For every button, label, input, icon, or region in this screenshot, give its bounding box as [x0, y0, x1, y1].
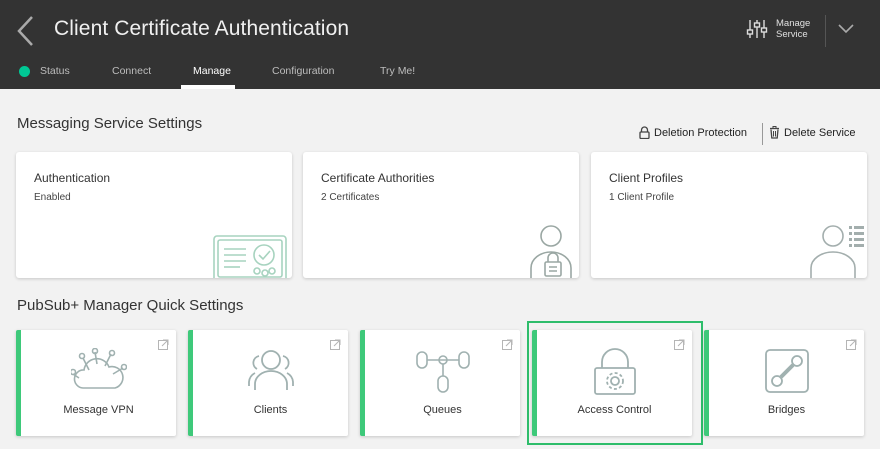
quick-card-label: Queues	[423, 404, 462, 416]
quick-card-label: Bridges	[767, 404, 806, 416]
tab-connect[interactable]: Connect	[112, 65, 151, 77]
tab-bar: Status Connect Manage Configuration Try …	[0, 58, 880, 89]
quick-card-clients[interactable]: Clients	[188, 330, 348, 436]
card-subtitle: 1 Client Profile	[609, 192, 675, 203]
card-title: Client Profiles	[609, 171, 684, 185]
client-profiles-card[interactable]: Client Profiles 1 Client Profile	[591, 152, 867, 278]
trash-icon	[770, 126, 779, 139]
delete-service-button[interactable]: Delete Service	[769, 126, 856, 139]
quick-card-message-vpn[interactable]: Message VPN	[16, 330, 176, 436]
users-icon	[247, 350, 294, 390]
page-title: Client Certificate Authentication	[54, 17, 350, 40]
quick-card-access-control[interactable]: Access Control	[532, 330, 692, 436]
deletion-protection-button[interactable]: Deletion Protection	[639, 126, 747, 139]
external-link-icon[interactable]	[502, 339, 513, 350]
queues-icon	[415, 351, 470, 393]
external-link-icon[interactable]	[158, 339, 169, 350]
tab-status[interactable]: Status	[40, 65, 70, 77]
app-header: Client Certificate Authentication Manage…	[0, 0, 880, 89]
cloud-network-icon	[70, 348, 127, 389]
card-subtitle: 2 Certificates	[321, 192, 380, 203]
active-tab-indicator	[181, 85, 235, 89]
bridge-icon	[764, 349, 809, 393]
tab-configuration[interactable]: Configuration	[272, 65, 334, 77]
manage-service-label-2: Service	[776, 29, 808, 40]
certificate-authorities-card[interactable]: Certificate Authorities 2 Certificates	[303, 152, 579, 278]
quick-card-queues[interactable]: Queues	[360, 330, 520, 436]
back-icon[interactable]	[14, 14, 40, 48]
quick-card-label: Clients	[253, 404, 288, 416]
manage-service-label-1: Manage	[776, 18, 811, 29]
external-link-icon[interactable]	[846, 339, 857, 350]
header-divider	[825, 15, 826, 47]
tab-try-me[interactable]: Try Me!	[380, 65, 415, 77]
certificate-icon	[213, 235, 287, 278]
quick-settings-title: PubSub+ Manager Quick Settings	[17, 297, 244, 314]
lock-icon	[639, 126, 650, 139]
deletion-protection-label: Deletion Protection	[654, 126, 747, 139]
user-list-icon	[810, 225, 864, 278]
action-divider	[762, 123, 763, 145]
external-link-icon[interactable]	[330, 339, 341, 350]
delete-service-label: Delete Service	[784, 126, 856, 139]
external-link-icon[interactable]	[674, 339, 685, 350]
quick-card-bridges[interactable]: Bridges	[704, 330, 864, 436]
card-title: Authentication	[34, 171, 111, 185]
quick-card-label: Access Control	[577, 404, 652, 416]
user-lock-icon	[530, 225, 572, 278]
card-subtitle: Enabled	[34, 192, 71, 203]
quick-card-label: Message VPN	[63, 404, 134, 416]
tab-manage[interactable]: Manage	[193, 65, 231, 77]
authentication-card[interactable]: Authentication Enabled	[16, 152, 292, 278]
messaging-settings-title: Messaging Service Settings	[17, 115, 203, 132]
sliders-icon	[746, 20, 768, 38]
card-title: Certificate Authorities	[321, 171, 435, 185]
chevron-down-icon[interactable]	[838, 24, 854, 34]
manage-service-button[interactable]: Manage Service	[746, 18, 816, 40]
lock-gear-icon	[593, 348, 636, 395]
